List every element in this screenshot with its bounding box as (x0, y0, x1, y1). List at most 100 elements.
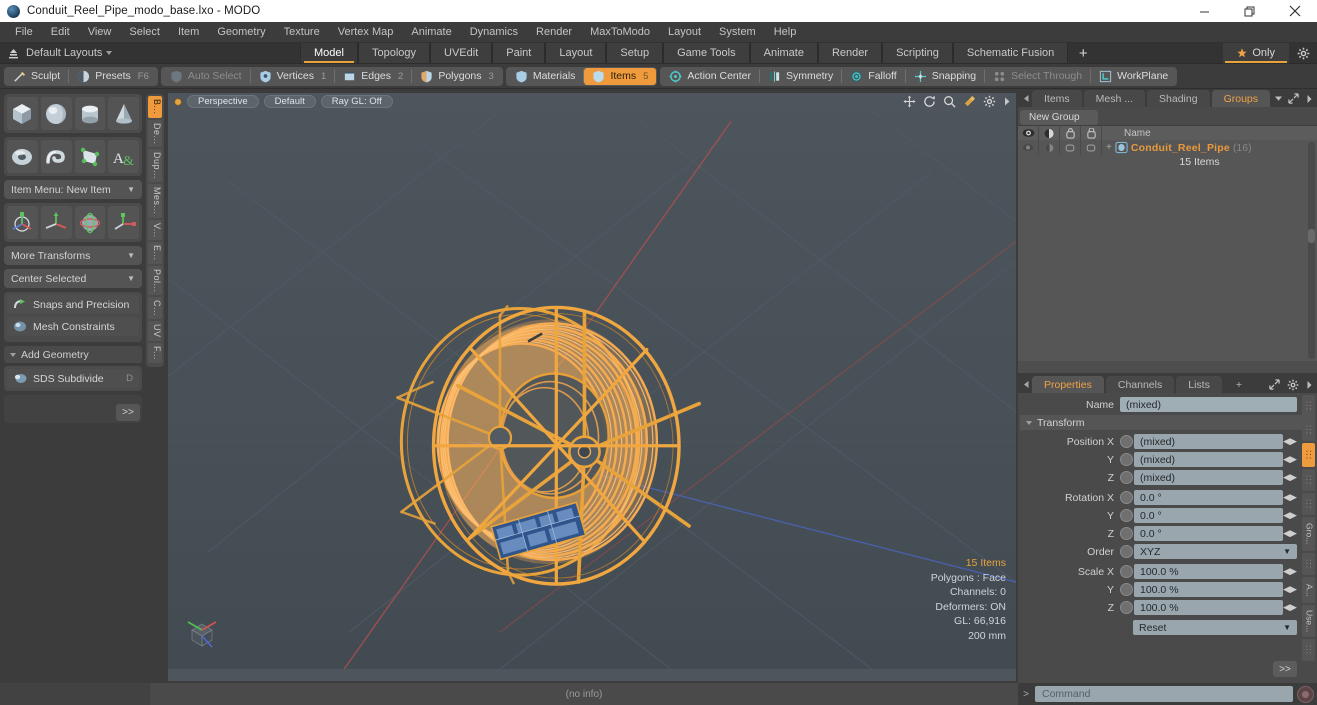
position-z-stepper[interactable]: ◀▶ (1283, 472, 1297, 483)
pvtab-5[interactable]: ::: (1301, 493, 1315, 515)
tab-shading[interactable]: Shading (1147, 90, 1210, 107)
more-transforms-dropdown[interactable]: More Transforms ▼ (4, 246, 142, 265)
polygon-pen-icon[interactable] (74, 140, 106, 173)
vtab-polygon[interactable]: Pol... (148, 265, 162, 296)
pan-icon[interactable] (903, 95, 916, 108)
pvtab-2[interactable]: ::: (1301, 419, 1315, 441)
groups-scrollbar[interactable] (1308, 142, 1315, 359)
scale-x-field[interactable]: 100.0 % (1134, 564, 1283, 579)
upload-layout-icon[interactable] (0, 47, 26, 60)
menu-geometry[interactable]: Geometry (208, 22, 274, 43)
tab-add[interactable]: + (1224, 376, 1254, 393)
scale-y-stepper[interactable]: ◀▶ (1283, 584, 1297, 595)
layout-tab-topology[interactable]: Topology (357, 43, 431, 63)
move-icon[interactable] (40, 206, 72, 239)
order-knob[interactable] (1120, 545, 1133, 558)
menu-vertex-map[interactable]: Vertex Map (329, 22, 403, 43)
chevron-right-icon[interactable] (1003, 96, 1011, 107)
vtab-uv[interactable]: UV (148, 321, 162, 341)
layout-tab-render[interactable]: Render (817, 43, 883, 63)
order-dropdown[interactable]: XYZ ▼ (1134, 544, 1297, 559)
close-icon[interactable] (1272, 0, 1317, 22)
viewport-style-dropdown[interactable]: Default (263, 95, 316, 109)
menu-file[interactable]: File (6, 22, 42, 43)
tab-items[interactable]: Items (1032, 90, 1082, 107)
snapping-button[interactable]: Snapping (906, 68, 984, 85)
rotation-z-field[interactable]: 0.0 ° (1134, 526, 1283, 541)
scale-x-knob[interactable] (1120, 565, 1133, 578)
scale-y-field[interactable]: 100.0 % (1134, 582, 1283, 597)
rotation-y-stepper[interactable]: ◀▶ (1283, 510, 1297, 521)
text-icon[interactable]: A & (108, 140, 139, 173)
menu-help[interactable]: Help (765, 22, 806, 43)
vtab-vertex[interactable]: V... (148, 219, 162, 241)
tab-lists[interactable]: Lists (1176, 376, 1222, 393)
reset-dropdown[interactable]: Reset ▼ (1133, 620, 1297, 635)
polygons-button[interactable]: Polygons 3 (412, 68, 502, 85)
layout-tab-uvedit[interactable]: UVEdit (430, 43, 493, 63)
add-layout-button[interactable]: + (1068, 43, 1099, 63)
position-x-stepper[interactable]: ◀▶ (1283, 436, 1297, 447)
gear-icon[interactable] (983, 95, 996, 108)
spiral-icon[interactable] (40, 140, 72, 173)
position-z-field[interactable]: (mixed) (1134, 470, 1283, 485)
vtab-fusion[interactable]: F... (148, 342, 162, 363)
expand-icon[interactable] (1288, 93, 1299, 104)
position-y-knob[interactable] (1120, 453, 1133, 466)
layout-tab-game-tools[interactable]: Game Tools (663, 43, 750, 63)
fit-icon[interactable] (963, 95, 976, 108)
chevron-right-icon[interactable] (1306, 94, 1313, 104)
tab-groups[interactable]: Groups (1211, 90, 1271, 107)
rotate-icon[interactable] (923, 95, 936, 108)
tab-scroll-left-icon[interactable] (1020, 376, 1032, 393)
chevron-down-icon[interactable] (1272, 90, 1284, 107)
scale-icon[interactable] (108, 206, 139, 239)
sphere-icon[interactable] (40, 97, 72, 130)
vtab-deform[interactable]: De... (148, 119, 162, 148)
rotation-x-knob[interactable] (1120, 491, 1133, 504)
menu-render[interactable]: Render (527, 22, 581, 43)
rotation-x-field[interactable]: 0.0 ° (1134, 490, 1283, 505)
scale-x-stepper[interactable]: ◀▶ (1283, 566, 1297, 577)
pvtab-10[interactable]: ::: (1301, 639, 1315, 661)
materials-button[interactable]: Materials (507, 68, 584, 85)
layout-tab-paint[interactable]: Paint (492, 43, 546, 63)
pvtab-3[interactable]: ::: (1301, 443, 1315, 467)
pvtab-7[interactable]: ::: (1301, 553, 1315, 575)
group-row-name-cell[interactable]: + Conduit_Reel_Pipe (16) (1102, 140, 1317, 155)
center-selected-dropdown[interactable]: Center Selected ▼ (4, 269, 142, 288)
menu-system[interactable]: System (710, 22, 765, 43)
vtab-basic[interactable]: B... (148, 96, 162, 118)
vtab-curve[interactable]: C... (148, 297, 162, 320)
lock-icon[interactable] (1060, 126, 1081, 140)
mesh-constraints-item[interactable]: Mesh Constraints (7, 317, 139, 336)
position-y-field[interactable]: (mixed) (1134, 452, 1283, 467)
row-ghost-toggle[interactable] (1081, 140, 1102, 155)
layout-tab-layout[interactable]: Layout (545, 43, 607, 63)
tab-channels[interactable]: Channels (1105, 376, 1175, 393)
chevron-right-icon[interactable] (1306, 380, 1313, 390)
snaps-and-precision-item[interactable]: Snaps and Precision (7, 295, 139, 314)
select-through-button[interactable]: Select Through (985, 68, 1090, 85)
torus-icon[interactable] (7, 140, 38, 173)
pvtab-user[interactable]: Use... (1301, 605, 1315, 637)
viewport-projection-dropdown[interactable]: Perspective (187, 95, 259, 109)
action-center-button[interactable]: Action Center (661, 68, 759, 85)
eye-icon[interactable] (1018, 126, 1039, 140)
layout-tab-setup[interactable]: Setup (606, 43, 664, 63)
viewport-menu-dot[interactable] (174, 97, 182, 106)
auto-select-button[interactable]: Auto Select (162, 68, 250, 85)
scale-z-stepper[interactable]: ◀▶ (1283, 602, 1297, 613)
rotation-x-stepper[interactable]: ◀▶ (1283, 492, 1297, 503)
row-lock-toggle[interactable] (1060, 140, 1081, 155)
properties-more-button[interactable]: >> (1273, 661, 1297, 677)
tab-mesh[interactable]: Mesh ... (1083, 90, 1146, 107)
layout-tab-animate[interactable]: Animate (749, 43, 818, 63)
only-toggle-button[interactable]: Only (1223, 43, 1289, 63)
name-field[interactable]: (mixed) (1120, 397, 1297, 412)
command-chevron-icon[interactable]: > (1021, 689, 1031, 700)
vtab-mesh[interactable]: Mes... (148, 184, 162, 218)
position-x-knob[interactable] (1120, 435, 1133, 448)
menu-dynamics[interactable]: Dynamics (461, 22, 527, 43)
rotation-y-knob[interactable] (1120, 509, 1133, 522)
